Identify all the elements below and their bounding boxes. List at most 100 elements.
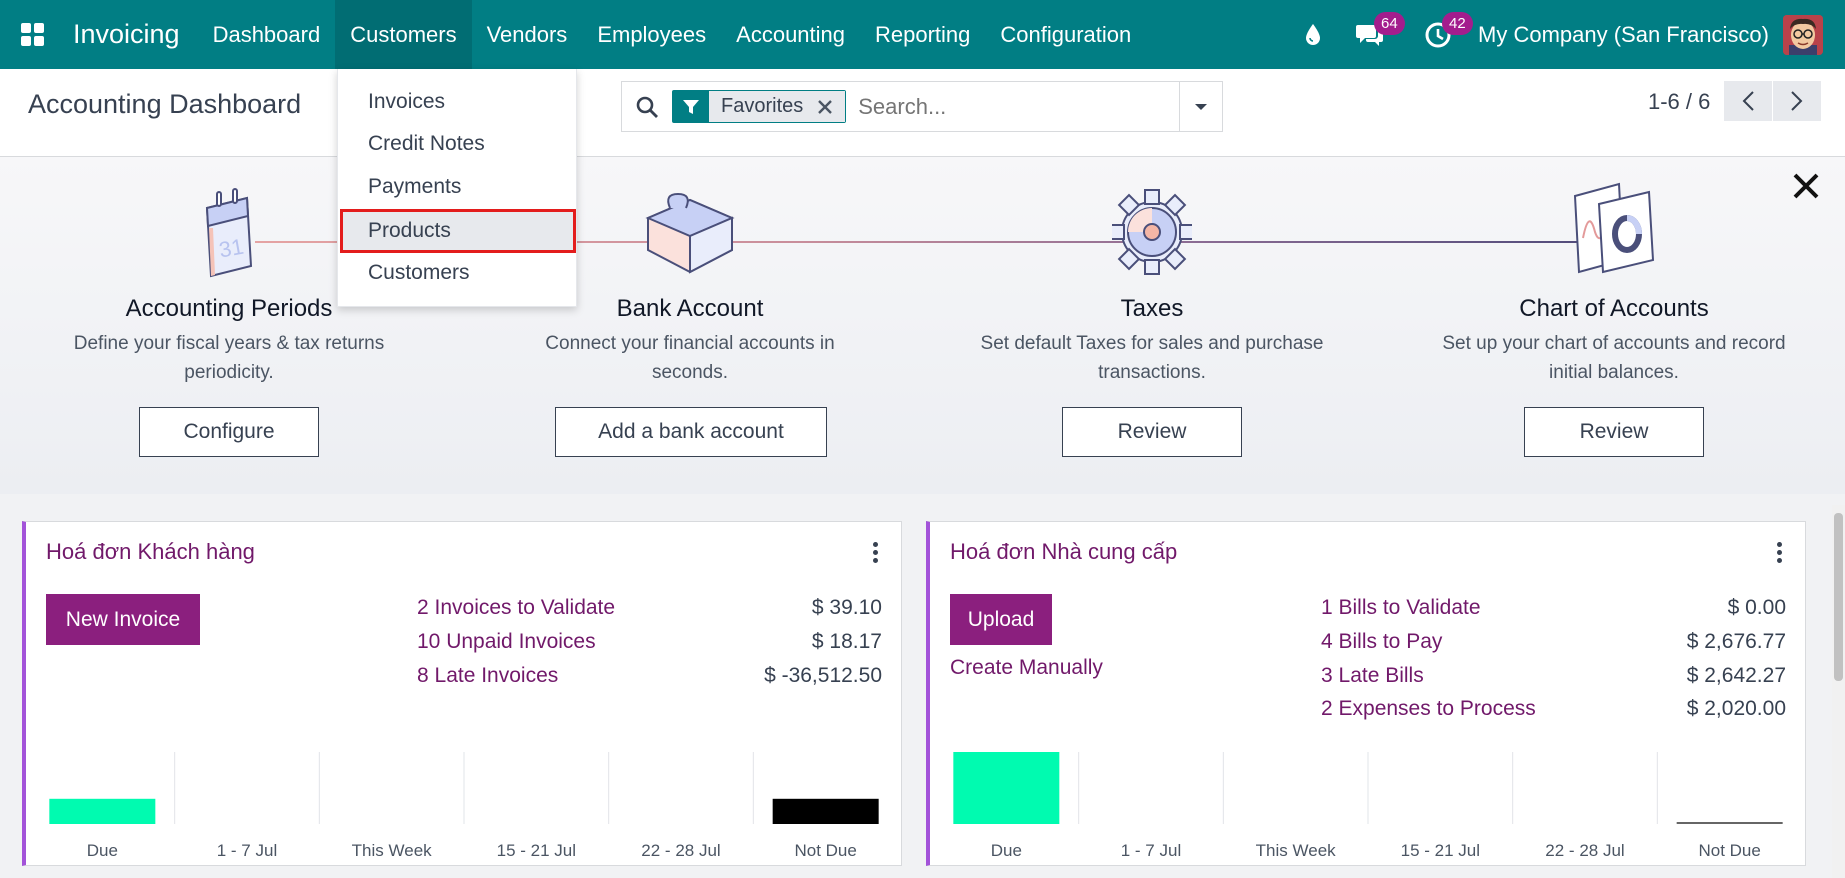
menu-configuration[interactable]: Configuration <box>985 0 1146 69</box>
stat-row: 3 Late Bills $ 2,642.27 <box>930 664 1810 698</box>
menu-reporting[interactable]: Reporting <box>860 0 985 69</box>
favorites-facet: Favorites <box>672 90 847 123</box>
aged-receivable-chart[interactable]: Due 1 - 7 Jul This Week 15 - 21 Jul 22 - 28 … <box>26 752 902 866</box>
chart-bar[interactable] <box>953 752 1060 824</box>
step-description: Set up your chart of accounts and record… <box>1442 333 1786 383</box>
facet-label: Favorites <box>709 91 814 122</box>
pager-next-button[interactable] <box>1773 81 1821 121</box>
menu-item-customers[interactable]: Customers <box>338 252 578 294</box>
step-description: Set default Taxes for sales and purchase… <box>980 333 1324 383</box>
menu-vendors[interactable]: Vendors <box>472 0 583 69</box>
bills-to-validate-link[interactable]: 1 Bills to Validate <box>1321 596 1481 620</box>
chart-tick-label: Due <box>87 841 118 860</box>
menu-item-credit-notes[interactable]: Credit Notes <box>338 123 578 165</box>
step-description: Connect your financial accounts in secon… <box>545 333 835 383</box>
configure-button[interactable]: Configure <box>139 407 319 457</box>
stat-amount: $ 0.00 <box>1727 596 1786 619</box>
add-bank-account-button[interactable]: Add a bank account <box>555 407 827 457</box>
late-invoices-link[interactable]: 8 Late Invoices <box>417 664 558 688</box>
stat-amount: $ -36,512.50 <box>764 664 882 687</box>
chart-tick-label: This Week <box>1256 841 1336 860</box>
chart-tick-label: 22 - 28 Jul <box>1545 841 1624 860</box>
user-avatar[interactable] <box>1783 14 1823 55</box>
stat-row: 4 Bills to Pay $ 2,676.77 <box>930 630 1810 664</box>
aged-payable-chart[interactable]: Due 1 - 7 Jul This Week 15 - 21 Jul 22 - 28 … <box>930 752 1806 866</box>
activities-badge: 42 <box>1442 12 1473 35</box>
onboarding-panel: 31 Accounting Periods Define your fiscal… <box>0 157 1845 494</box>
chart-tick-label: 1 - 7 Jul <box>217 841 277 860</box>
journal-options-icon[interactable] <box>873 542 879 563</box>
messages-icon[interactable]: 64 <box>1336 0 1405 69</box>
menu-item-invoices[interactable]: Invoices <box>338 81 578 123</box>
stat-amount: $ 2,676.77 <box>1686 630 1786 653</box>
step-description: Define your fiscal years & tax returns p… <box>73 333 385 383</box>
menu-dashboard[interactable]: Dashboard <box>198 0 336 69</box>
expenses-to-process-link[interactable]: 2 Expenses to Process <box>1321 697 1536 721</box>
step-title: Taxes <box>1120 295 1184 322</box>
bills-to-pay-link[interactable]: 4 Bills to Pay <box>1321 630 1442 654</box>
top-navbar: Invoicing Dashboard Customers Vendors Em… <box>0 0 1845 69</box>
chart-tick-label: 22 - 28 Jul <box>641 841 720 860</box>
late-bills-link[interactable]: 3 Late Bills <box>1321 664 1424 688</box>
search-bar: Favorites <box>621 81 1223 132</box>
menu-accounting[interactable]: Accounting <box>721 0 860 69</box>
messages-badge: 64 <box>1374 12 1405 35</box>
chart-icon <box>1569 182 1659 281</box>
stat-amount: $ 2,020.00 <box>1686 697 1786 720</box>
menu-customers[interactable]: Customers <box>335 0 472 69</box>
close-onboarding-icon[interactable] <box>1792 172 1820 200</box>
stat-amount: $ 18.17 <box>811 630 882 653</box>
stat-row: 2 Expenses to Process $ 2,020.00 <box>930 697 1810 731</box>
page-title: Accounting Dashboard <box>28 89 302 119</box>
pager-previous-button[interactable] <box>1724 81 1772 121</box>
journal-card-customer-invoices: Hoá đơn Khách hàng New Invoice 2 Invoice… <box>22 521 902 866</box>
journal-options-icon[interactable] <box>1777 542 1783 563</box>
unpaid-invoices-link[interactable]: 10 Unpaid Invoices <box>417 630 596 654</box>
customers-dropdown-menu: Invoices Credit Notes Payments Products … <box>337 69 577 307</box>
app-title[interactable]: Invoicing <box>64 19 198 50</box>
apps-menu-icon[interactable] <box>0 0 64 69</box>
scrollbar-thumb[interactable] <box>1834 513 1843 681</box>
search-input[interactable] <box>858 93 1159 120</box>
onboarding-step-taxes: Taxes Set default Taxes for sales and pu… <box>952 157 1352 387</box>
taxes-review-button[interactable]: Review <box>1062 407 1242 457</box>
stat-amount: $ 2,642.27 <box>1686 664 1786 687</box>
main-menu: Dashboard Customers Vendors Employees Ac… <box>198 0 1147 69</box>
menu-employees[interactable]: Employees <box>582 0 721 69</box>
invoices-to-validate-link[interactable]: 2 Invoices to Validate <box>417 596 615 620</box>
calendar-icon: 31 <box>199 188 259 285</box>
chart-bar[interactable] <box>772 798 879 824</box>
onboarding-step-chart-of-accounts: Chart of Accounts Set up your chart of a… <box>1414 157 1814 387</box>
gear-icon <box>1109 186 1195 283</box>
activities-clock-icon[interactable]: 42 <box>1404 0 1473 69</box>
stat-row: 8 Late Invoices $ -36,512.50 <box>26 664 906 698</box>
stat-amount: $ 39.10 <box>811 596 882 619</box>
chart-tick-label: This Week <box>352 841 432 860</box>
search-icon[interactable] <box>622 82 672 131</box>
control-panel: Accounting Dashboard Favorites 1-6 / 6 <box>0 69 1845 157</box>
water-drop-icon[interactable] <box>1290 0 1336 69</box>
menu-item-payments[interactable]: Payments <box>338 166 578 208</box>
chart-tick-label: Not Due <box>794 841 856 860</box>
puzzle-icon <box>642 188 738 281</box>
stat-row: 2 Invoices to Validate $ 39.10 <box>26 596 906 630</box>
facet-remove-icon[interactable] <box>813 91 846 122</box>
stat-row: 10 Unpaid Invoices $ 18.17 <box>26 630 906 664</box>
chart-bar[interactable] <box>49 798 156 824</box>
svg-text:31: 31 <box>217 234 245 263</box>
journal-title[interactable]: Hoá đơn Khách hàng <box>46 539 255 565</box>
chart-tick-label: Not Due <box>1698 841 1760 860</box>
company-switcher[interactable]: My Company (San Francisco) <box>1472 22 1783 48</box>
chart-of-accounts-review-button[interactable]: Review <box>1524 407 1704 457</box>
chart-tick-label: Due <box>991 841 1022 860</box>
chart-tick-label: 1 - 7 Jul <box>1121 841 1181 860</box>
pager-value[interactable]: 1-6 / 6 <box>1648 89 1710 115</box>
chart-tick-label: 15 - 21 Jul <box>497 841 576 860</box>
chart-bar[interactable] <box>1676 822 1783 824</box>
search-options-toggle[interactable] <box>1179 82 1222 131</box>
journal-title[interactable]: Hoá đơn Nhà cung cấp <box>950 539 1177 565</box>
menu-item-products[interactable]: Products <box>340 209 576 253</box>
filter-icon <box>673 91 709 122</box>
page-scrollbar[interactable] <box>1832 505 1845 878</box>
journal-card-vendor-bills: Hoá đơn Nhà cung cấp Upload Create Manua… <box>926 521 1806 866</box>
